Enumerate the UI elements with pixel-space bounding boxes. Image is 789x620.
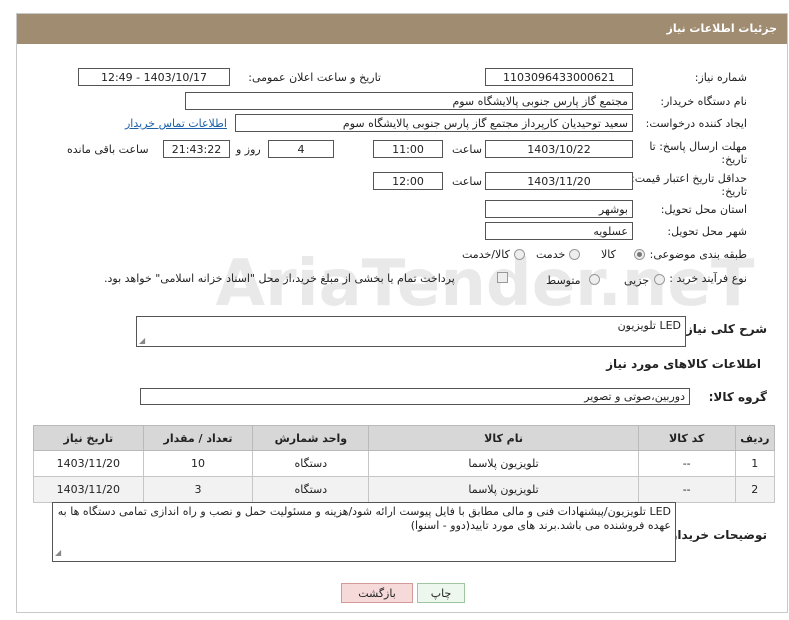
category-radio-service[interactable] xyxy=(569,249,580,260)
cell-need-date: 1403/11/20 xyxy=(33,476,144,503)
announce-field: 1403/10/17 - 12:49 xyxy=(78,68,230,86)
page-title: جزئیات اطلاعات نیاز xyxy=(17,14,787,44)
goods-table: ردیف کد کالا نام کالا واحد شمارش تعداد /… xyxy=(33,425,776,503)
cell-goods-code: -- xyxy=(637,476,736,503)
cell-unit: دستگاه xyxy=(252,476,370,503)
process-option-minor: جزیی xyxy=(624,274,650,287)
table-row: 2 -- تلویزیون پلاسما دستگاه 3 1403/11/20 xyxy=(33,476,776,503)
goods-group-label: گروه کالا: xyxy=(708,390,767,404)
city-field: عسلویه xyxy=(485,222,633,240)
process-label: نوع فرآیند خرید : xyxy=(669,272,747,285)
process-option-medium: متوسط xyxy=(546,274,581,287)
back-button[interactable]: بازگشت xyxy=(341,583,413,603)
cell-goods-name: تلویزیون پلاسما xyxy=(368,476,639,503)
city-label: شهر محل تحویل: xyxy=(667,225,747,238)
cell-quantity: 10 xyxy=(142,450,254,477)
reply-deadline-label: مهلت ارسال پاسخ: تا xyxy=(649,140,747,153)
remaining-time-field: 21:43:22 xyxy=(163,140,230,158)
need-number-field: 1103096433000621 xyxy=(485,68,633,86)
creator-field: سعید توحیدیان کارپرداز مجتمع گاز پارس جن… xyxy=(235,114,633,132)
cell-goods-code: -- xyxy=(637,450,736,477)
price-time-field: 12:00 xyxy=(373,172,443,190)
goods-group-field: دوربین،صوتی و تصویر xyxy=(140,388,690,405)
announce-label: تاریخ و ساعت اعلان عمومی: xyxy=(248,71,381,84)
col-header-row-number: ردیف xyxy=(734,425,776,451)
table-row: 1 -- تلویزیون پلاسما دستگاه 10 1403/11/2… xyxy=(33,450,776,477)
treasury-payment-checkbox[interactable] xyxy=(497,272,508,283)
cell-quantity: 3 xyxy=(142,476,254,503)
resize-grip-icon: ◢ xyxy=(139,336,146,345)
buyer-field: مجتمع گاز پارس جنوبی پالایشگاه سوم xyxy=(185,92,633,110)
col-header-quantity: تعداد / مقدار xyxy=(142,425,254,451)
need-number-label: شماره نیاز: xyxy=(694,71,747,84)
summary-text: LED تلویزیون xyxy=(617,319,681,332)
buyer-label: نام دستگاه خریدار: xyxy=(660,95,747,108)
col-header-goods-code: کد کالا xyxy=(637,425,736,451)
cell-row-number: 1 xyxy=(734,450,776,477)
buyer-notes-label: توضیحات خریدار: xyxy=(665,528,767,542)
price-validity-label: حداقل تاریخ اعتبار قیمت: تا xyxy=(621,172,747,185)
goods-section-title: اطلاعات کالاهای مورد نیاز xyxy=(606,357,761,371)
buyer-contact-link[interactable]: اطلاعات تماس خریدار xyxy=(125,117,227,130)
province-label: استان محل تحویل: xyxy=(660,203,747,216)
process-radio-medium[interactable] xyxy=(589,274,600,285)
buyer-notes-field: LED تلویزیون/پیشنهادات فنی و مالی مطابق … xyxy=(52,502,676,562)
resize-grip-icon: ◢ xyxy=(55,548,62,557)
category-radio-both[interactable] xyxy=(514,249,525,260)
cell-goods-name: تلویزیون پلاسما xyxy=(368,450,639,477)
print-button[interactable]: چاپ xyxy=(417,583,465,603)
treasury-payment-note: پرداخت تمام یا بخشی از مبلغ خرید،از محل … xyxy=(104,272,455,285)
price-hour-label: ساعت xyxy=(452,175,482,188)
reply-date-field: 1403/10/22 xyxy=(485,140,633,158)
province-field: بوشهر xyxy=(485,200,633,218)
cell-need-date: 1403/11/20 xyxy=(33,450,144,477)
cell-row-number: 2 xyxy=(734,476,776,503)
summary-field: LED تلویزیون ◢ xyxy=(136,316,686,347)
category-option-goods: کالا xyxy=(601,248,616,261)
category-radio-goods[interactable] xyxy=(634,249,645,260)
col-header-goods-name: نام کالا xyxy=(368,425,639,451)
category-option-both: کالا/خدمت xyxy=(462,248,510,261)
reply-deadline-label-2: تاریخ: xyxy=(721,153,747,166)
col-header-need-date: تاریخ نیاز xyxy=(33,425,144,451)
summary-label: شرح کلی نیاز: xyxy=(681,322,767,336)
creator-label: ایجاد کننده درخواست: xyxy=(645,117,747,130)
buyer-notes-text: LED تلویزیون/پیشنهادات فنی و مالی مطابق … xyxy=(57,505,671,532)
price-validity-label-2: تاریخ: xyxy=(721,185,747,198)
days-label: روز و xyxy=(236,143,261,156)
category-label: طبقه بندی موضوعی: xyxy=(649,248,747,261)
remaining-label: ساعت باقی مانده xyxy=(67,143,149,156)
category-option-service: خدمت xyxy=(536,248,566,261)
reply-hour-label: ساعت xyxy=(452,143,482,156)
col-header-unit: واحد شمارش xyxy=(252,425,370,451)
reply-time-field: 11:00 xyxy=(373,140,443,158)
cell-unit: دستگاه xyxy=(252,450,370,477)
table-header-row: ردیف کد کالا نام کالا واحد شمارش تعداد /… xyxy=(33,425,776,451)
days-field: 4 xyxy=(268,140,334,158)
price-date-field: 1403/11/20 xyxy=(485,172,633,190)
process-radio-minor[interactable] xyxy=(654,274,665,285)
